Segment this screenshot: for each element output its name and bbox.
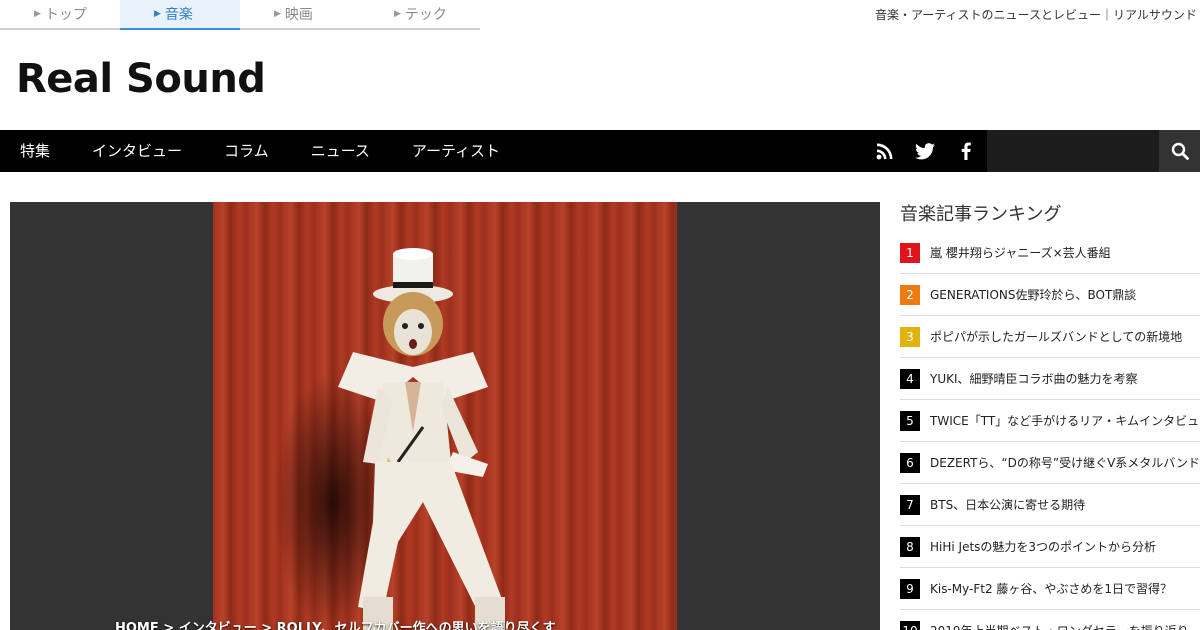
search-icon bbox=[1171, 142, 1189, 160]
rank-number: 6 bbox=[900, 452, 920, 473]
triangle-right-icon: ▶ bbox=[154, 9, 161, 19]
rank-text: BTS、日本公演に寄せる期待 bbox=[930, 498, 1086, 512]
rank-number: 7 bbox=[900, 494, 920, 515]
rank-number: 9 bbox=[900, 578, 920, 599]
rank-text: TWICE「TT」など手がけるリア・キムインタビュー bbox=[930, 414, 1200, 428]
ranking-list: 1 嵐 櫻井翔らジャニーズ×芸人番組 2 GENERATIONS佐野玲於ら、BOT鼎談… bbox=[900, 232, 1200, 630]
site-logo[interactable]: Real Sound bbox=[16, 56, 266, 102]
ranking-item[interactable]: 8 HiHi Jetsの魅力を3つのポイントから分析 bbox=[900, 526, 1200, 568]
tab-movie[interactable]: ▶ 映画 bbox=[240, 0, 360, 28]
rank-number: 3 bbox=[900, 326, 920, 347]
rss-icon[interactable] bbox=[865, 130, 905, 172]
rank-text: 嵐 櫻井翔らジャニーズ×芸人番組 bbox=[930, 246, 1111, 260]
ranking-item[interactable]: 3 ポピパが示したガールズバンドとしての新境地 bbox=[900, 316, 1200, 358]
search-button[interactable] bbox=[1159, 130, 1200, 172]
main-nav: 特集 インタビュー コラム ニュース アーティスト bbox=[0, 130, 1200, 172]
triangle-right-icon: ▶ bbox=[274, 9, 281, 19]
triangle-right-icon: ▶ bbox=[34, 9, 41, 19]
ranking-item[interactable]: 7 BTS、日本公演に寄せる期待 bbox=[900, 484, 1200, 526]
rank-number: 10 bbox=[900, 620, 920, 630]
tab-tech[interactable]: ▶ テック bbox=[360, 0, 480, 28]
hero-photo bbox=[213, 202, 677, 630]
nav-item-news[interactable]: ニュース bbox=[291, 130, 392, 172]
tab-label: 音楽 bbox=[164, 7, 193, 23]
breadcrumb[interactable]: HOME > インタビュー > ROLLY、セルフカバー作への思いを語り尽くす bbox=[115, 617, 556, 630]
tab-label: 映画 bbox=[284, 7, 313, 23]
ranking-item[interactable]: 6 DEZERTら、“Dの称号”受け継ぐV系メタルバンド bbox=[900, 442, 1200, 484]
rank-text: ポピパが示したガールズバンドとしての新境地 bbox=[930, 330, 1183, 344]
nav-item-artist[interactable]: アーティスト bbox=[392, 130, 522, 172]
search-input[interactable] bbox=[987, 130, 1159, 172]
tab-music[interactable]: ▶ 音楽 bbox=[120, 0, 240, 30]
ranking-item[interactable]: 2 GENERATIONS佐野玲於ら、BOT鼎談 bbox=[900, 274, 1200, 316]
tab-top[interactable]: ▶ トップ bbox=[0, 0, 120, 28]
hero-article[interactable]: HOME > インタビュー > ROLLY、セルフカバー作への思いを語り尽くす bbox=[10, 202, 880, 630]
nav-item-interview[interactable]: インタビュー bbox=[72, 130, 204, 172]
rank-text: 2019年上半期ベスト・ロングセラーを振り返り bbox=[930, 622, 1189, 630]
ranking-title: 音楽記事ランキング bbox=[900, 204, 1062, 225]
site-tagline: 音楽・アーティストのニュースとレビュー｜リアルサウンド bbox=[875, 8, 1197, 22]
site-tabs: ▶ トップ ▶ 音楽 ▶ 映画 ▶ テック bbox=[0, 0, 480, 30]
ranking-item[interactable]: 1 嵐 櫻井翔らジャニーズ×芸人番組 bbox=[900, 232, 1200, 274]
rank-number: 4 bbox=[900, 368, 920, 389]
rank-number: 2 bbox=[900, 284, 920, 305]
tab-label: トップ bbox=[44, 7, 87, 23]
tab-label: テック bbox=[404, 7, 447, 23]
rank-number: 1 bbox=[900, 242, 920, 263]
twitter-icon[interactable] bbox=[905, 130, 945, 172]
nav-item-features[interactable]: 特集 bbox=[0, 130, 72, 172]
rank-text: DEZERTら、“Dの称号”受け継ぐV系メタルバンド bbox=[930, 456, 1200, 470]
ranking-item[interactable]: 10 2019年上半期ベスト・ロングセラーを振り返り bbox=[900, 610, 1200, 630]
rank-text: Kis-My-Ft2 藤ヶ谷、やぶさめを1日で習得？ bbox=[930, 582, 1173, 596]
triangle-right-icon: ▶ bbox=[394, 9, 401, 19]
nav-item-column[interactable]: コラム bbox=[204, 130, 291, 172]
rank-number: 5 bbox=[900, 410, 920, 431]
rank-text: GENERATIONS佐野玲於ら、BOT鼎談 bbox=[930, 288, 1137, 302]
rank-text: HiHi Jetsの魅力を3つのポイントから分析 bbox=[930, 540, 1157, 554]
rank-number: 8 bbox=[900, 536, 920, 557]
top-bar: ▶ トップ ▶ 音楽 ▶ 映画 ▶ テック 音楽・アーティストのニュースとレビュー｜リア… bbox=[0, 0, 1200, 30]
ranking-item[interactable]: 5 TWICE「TT」など手がけるリア・キムインタビュー bbox=[900, 400, 1200, 442]
facebook-icon[interactable] bbox=[946, 130, 986, 172]
ranking-item[interactable]: 4 YUKI、細野晴臣コラボ曲の魅力を考察 bbox=[900, 358, 1200, 400]
rank-text: YUKI、細野晴臣コラボ曲の魅力を考察 bbox=[930, 372, 1138, 386]
ranking-item[interactable]: 9 Kis-My-Ft2 藤ヶ谷、やぶさめを1日で習得？ bbox=[900, 568, 1200, 610]
